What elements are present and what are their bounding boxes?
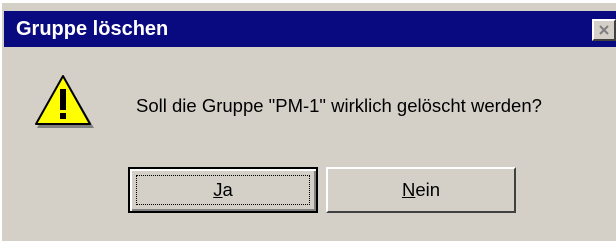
no-button-label: Nein xyxy=(402,179,440,201)
close-button[interactable] xyxy=(592,19,616,41)
no-button[interactable]: Nein xyxy=(326,167,516,213)
confirmation-message: Soll die Gruppe "PM-1" wirklich gelöscht… xyxy=(136,95,542,116)
yes-button-label: Ja xyxy=(213,179,233,201)
warning-icon xyxy=(35,75,94,128)
window-title: Gruppe löschen xyxy=(16,18,169,40)
delete-group-dialog: Gruppe löschen Soll die Gruppe "PM-1" wi… xyxy=(0,2,616,241)
close-icon xyxy=(599,25,609,35)
no-label-rest: ein xyxy=(415,179,441,200)
no-mnemonic: N xyxy=(401,179,416,200)
title-bar[interactable]: Gruppe löschen xyxy=(4,11,616,47)
yes-button[interactable]: Ja xyxy=(128,167,318,213)
yes-label-rest: a xyxy=(222,179,233,200)
